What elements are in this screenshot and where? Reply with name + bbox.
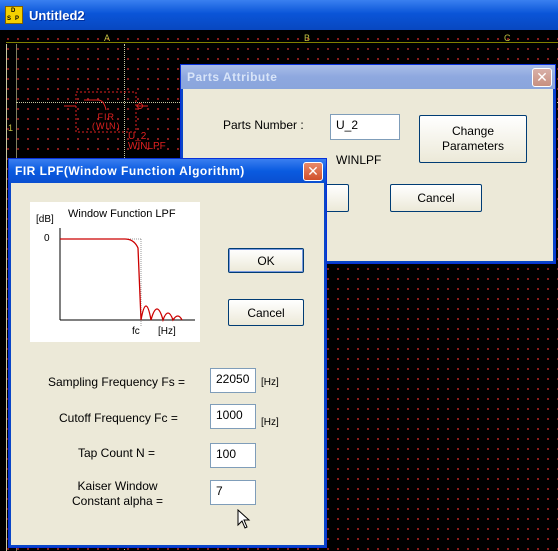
graph-x-unit: [Hz] <box>158 326 176 337</box>
close-icon: ✕ <box>307 163 319 179</box>
part-type-text: WINLPF <box>336 153 382 167</box>
graph-title: Window Function LPF <box>68 208 176 220</box>
sampling-frequency-label: Sampling Frequency Fs = <box>48 375 186 389</box>
dsp-app-icon: D S P <box>5 6 23 24</box>
column-ruler: A B C <box>6 33 558 43</box>
graph-y-zero: 0 <box>44 233 50 244</box>
parts-attribute-close-button[interactable]: ✕ <box>532 68 552 87</box>
fir-lpf-dialog: FIR LPF(Window Function Algorithm) ✕ Win… <box>8 158 327 548</box>
fir-lpf-title: FIR LPF(Window Function Algorithm) <box>15 164 245 178</box>
close-icon: ✕ <box>536 69 548 85</box>
sampling-frequency-field[interactable]: 22050 <box>210 368 256 393</box>
cutoff-frequency-unit: [Hz] <box>261 417 279 428</box>
cutoff-frequency-label: Cutoff Frequency Fc = <box>59 411 178 425</box>
parts-cancel-button[interactable]: Cancel <box>390 184 482 212</box>
part-ref-label: U_2 <box>128 131 147 142</box>
cutoff-frequency-field[interactable]: 1000 <box>210 404 256 429</box>
column-label-a: A <box>104 33 111 43</box>
row-label-1: 1 <box>8 123 14 133</box>
graph-x-cutoff: fc <box>132 326 140 337</box>
part-type-label: WINLPF <box>128 141 166 152</box>
parts-number-label: Parts Number : <box>223 118 304 132</box>
part-name-line-2: (WIN) <box>92 121 121 131</box>
kaiser-alpha-label: Kaiser Window Constant alpha = <box>72 479 164 508</box>
mouse-pointer-icon <box>237 509 251 529</box>
sampling-frequency-unit: [Hz] <box>261 377 279 388</box>
parts-attribute-title: Parts Attribute <box>187 70 278 84</box>
fir-ok-button[interactable]: OK <box>228 248 304 273</box>
column-label-c: C <box>504 33 511 43</box>
app-title: Untitled2 <box>29 7 85 23</box>
kaiser-alpha-field[interactable]: 7 <box>210 480 256 505</box>
sheet-left-border <box>6 44 7 551</box>
graph-y-unit: [dB] <box>36 214 54 225</box>
fir-lpf-titlebar[interactable]: FIR LPF(Window Function Algorithm) <box>9 159 326 183</box>
change-parameters-button[interactable]: Change Parameters <box>419 115 527 163</box>
fir-part[interactable]: FIR (WIN) U_2 WINLPF <box>62 86 166 156</box>
app-titlebar[interactable]: D S P Untitled2 <box>0 0 558 30</box>
parts-number-field[interactable]: U_2 <box>330 114 400 140</box>
fir-cancel-button[interactable]: Cancel <box>228 299 304 326</box>
parts-attribute-titlebar[interactable]: Parts Attribute <box>181 65 555 89</box>
lpf-response-curve-icon <box>59 228 195 326</box>
app-window: D S P Untitled2 A B C 1 FIR (WIN) U_2 WI… <box>0 0 558 551</box>
fir-lpf-close-button[interactable]: ✕ <box>303 162 323 181</box>
tap-count-field[interactable]: 100 <box>210 443 256 468</box>
lpf-response-graph: Window Function LPF [dB] 0 fc [Hz] <box>30 202 200 342</box>
column-label-b: B <box>304 33 311 43</box>
tap-count-label: Tap Count N = <box>78 446 156 460</box>
